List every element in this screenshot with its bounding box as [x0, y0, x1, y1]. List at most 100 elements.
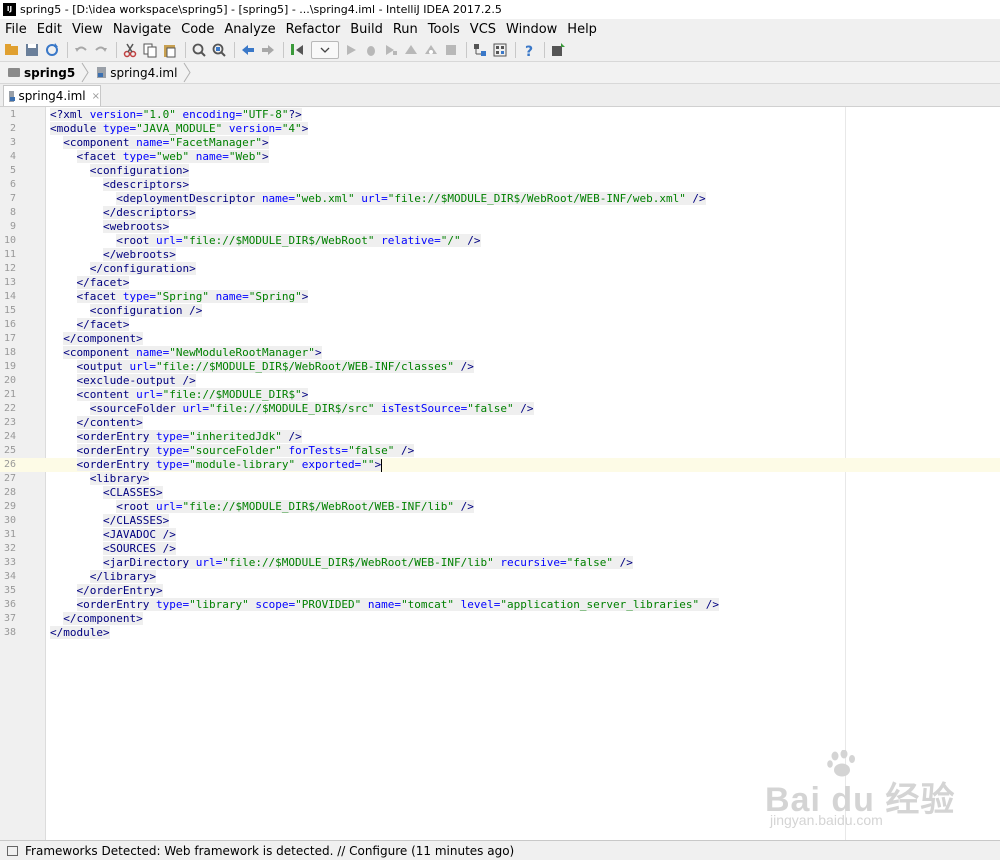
code-line[interactable]: 12 </configuration> [0, 262, 1000, 276]
redo-icon[interactable] [92, 41, 110, 59]
code-line[interactable]: 20 <exclude-output /> [0, 374, 1000, 388]
code-line[interactable]: 28 <CLASSES> [0, 486, 1000, 500]
menu-analyze[interactable]: Analyze [219, 22, 280, 37]
code-line[interactable]: 2 <module type="JAVA_MODULE" version="4"> [0, 122, 1000, 136]
code-line[interactable]: 19 <output url="file://$MODULE_DIR$/WebR… [0, 360, 1000, 374]
xml-tag-token: <output [76, 360, 130, 373]
save-icon[interactable] [23, 41, 41, 59]
breadcrumb-file[interactable]: spring4.iml [89, 62, 183, 83]
replace-icon[interactable] [210, 41, 228, 59]
menu-refactor[interactable]: Refactor [281, 22, 346, 37]
code-text: <descriptors> [50, 178, 190, 192]
build-icon[interactable] [288, 41, 306, 59]
code-line[interactable]: 18 <component name="NewModuleRootManager… [0, 346, 1000, 360]
code-text: <module type="JAVA_MODULE" version="4"> [50, 122, 309, 136]
code-line[interactable]: 21 <content url="file://$MODULE_DIR$"> [0, 388, 1000, 402]
code-line[interactable]: 23 </content> [0, 416, 1000, 430]
stop-icon[interactable] [442, 41, 460, 59]
xml-attr-token: type= [155, 430, 190, 443]
code-line[interactable]: 7 <deploymentDescriptor name="web.xml" u… [0, 192, 1000, 206]
line-number: 31 [3, 529, 16, 540]
menu-tools[interactable]: Tools [423, 22, 465, 37]
menu-vcs[interactable]: VCS [465, 22, 501, 37]
debug-icon[interactable] [362, 41, 380, 59]
code-line[interactable]: 26 <orderEntry type="module-library" exp… [0, 458, 1000, 472]
code-text: </webroots> [50, 248, 176, 262]
code-line[interactable]: 17 </component> [0, 332, 1000, 346]
code-line[interactable]: 3 <component name="FacetManager"> [0, 136, 1000, 150]
toolbar-separator [515, 42, 516, 58]
code-line[interactable]: 29 <root url="file://$MODULE_DIR$/WebRoo… [0, 500, 1000, 514]
attach-icon[interactable] [422, 41, 440, 59]
xml-val-token: "file://$MODULE_DIR$/src" [208, 402, 375, 415]
code-line[interactable]: 9 <webroots> [0, 220, 1000, 234]
tool-windows-icon[interactable] [7, 845, 18, 856]
code-line[interactable]: 24 <orderEntry type="inheritedJdk" /> [0, 430, 1000, 444]
xml-attr-token: name= [361, 598, 402, 611]
undo-icon[interactable] [72, 41, 90, 59]
line-number: 27 [3, 473, 16, 484]
line-number: 29 [3, 501, 16, 512]
code-line[interactable]: 25 <orderEntry type="sourceFolder" forTe… [0, 444, 1000, 458]
code-line[interactable]: 15 <configuration /> [0, 304, 1000, 318]
profile-icon[interactable] [402, 41, 420, 59]
code-line[interactable]: 35 </orderEntry> [0, 584, 1000, 598]
code-line[interactable]: 37 </component> [0, 612, 1000, 626]
code-line[interactable]: 31 <JAVADOC /> [0, 528, 1000, 542]
run-config-dropdown[interactable] [311, 41, 339, 59]
menu-help[interactable]: Help [562, 22, 602, 37]
code-line[interactable]: 27 <library> [0, 472, 1000, 486]
code-line[interactable]: 6 <descriptors> [0, 178, 1000, 192]
menu-run[interactable]: Run [388, 22, 423, 37]
menu-view[interactable]: View [67, 22, 108, 37]
menu-build[interactable]: Build [345, 22, 388, 37]
run-icon[interactable] [342, 41, 360, 59]
code-line[interactable]: 38 </module> [0, 626, 1000, 640]
project-structure-icon[interactable] [471, 41, 489, 59]
code-text: <JAVADOC /> [50, 528, 176, 542]
menu-edit[interactable]: Edit [32, 22, 67, 37]
sync-icon[interactable] [43, 41, 61, 59]
open-folder-icon[interactable] [3, 41, 21, 59]
status-message[interactable]: Frameworks Detected: Web framework is de… [25, 844, 514, 858]
sdk-icon[interactable] [491, 41, 509, 59]
breadcrumb-project[interactable]: spring5 [0, 62, 81, 83]
xml-attr-token: version= [222, 122, 282, 135]
code-line[interactable]: 22 <sourceFolder url="file://$MODULE_DIR… [0, 402, 1000, 416]
code-line[interactable]: 16 </facet> [0, 318, 1000, 332]
menu-navigate[interactable]: Navigate [108, 22, 176, 37]
code-line[interactable]: 13 </facet> [0, 276, 1000, 290]
menu-code[interactable]: Code [176, 22, 219, 37]
code-text: <configuration /> [50, 304, 203, 318]
tab-spring4-iml[interactable]: spring4.iml × [3, 85, 101, 106]
update-icon[interactable] [549, 41, 567, 59]
code-line[interactable]: 33 <jarDirectory url="file://$MODULE_DIR… [0, 556, 1000, 570]
code-line[interactable]: 10 <root url="file://$MODULE_DIR$/WebRoo… [0, 234, 1000, 248]
line-number: 30 [3, 515, 16, 526]
code-line[interactable]: 4 <facet type="web" name="Web"> [0, 150, 1000, 164]
close-icon[interactable]: × [92, 91, 100, 102]
code-line[interactable]: 8 </descriptors> [0, 206, 1000, 220]
cut-icon[interactable] [121, 41, 139, 59]
back-icon[interactable] [239, 41, 257, 59]
code-line[interactable]: 30 </CLASSES> [0, 514, 1000, 528]
menu-file[interactable]: File [0, 22, 32, 37]
menu-window[interactable]: Window [501, 22, 562, 37]
code-line[interactable]: 32 <SOURCES /> [0, 542, 1000, 556]
code-editor[interactable]: 1 <?xml version="1.0" encoding="UTF-8"?> 2… [0, 107, 1000, 840]
code-line[interactable]: 34 </library> [0, 570, 1000, 584]
find-icon[interactable] [190, 41, 208, 59]
line-number: 22 [3, 403, 16, 414]
paste-icon[interactable] [161, 41, 179, 59]
xml-attr-token: type= [122, 150, 156, 163]
forward-icon[interactable] [259, 41, 277, 59]
code-line[interactable]: 1 <?xml version="1.0" encoding="UTF-8"?> [0, 108, 1000, 122]
help-icon[interactable]: ? [520, 41, 538, 59]
code-line[interactable]: 5 <configuration> [0, 164, 1000, 178]
code-line[interactable]: 36 <orderEntry type="library" scope="PRO… [0, 598, 1000, 612]
coverage-icon[interactable] [382, 41, 400, 59]
navigation-bar: spring5 spring4.iml [0, 61, 1000, 84]
code-line[interactable]: 14 <facet type="Spring" name="Spring"> [0, 290, 1000, 304]
code-line[interactable]: 11 </webroots> [0, 248, 1000, 262]
copy-icon[interactable] [141, 41, 159, 59]
